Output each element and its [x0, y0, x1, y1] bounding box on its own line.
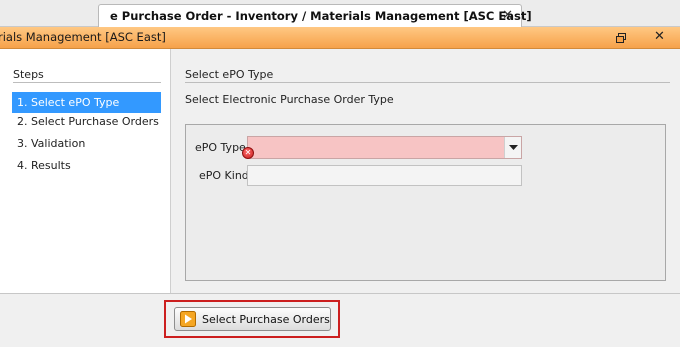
error-icon: ✕ [242, 147, 254, 159]
chevron-down-icon[interactable] [504, 137, 521, 158]
footer-divider [0, 293, 680, 294]
tab-title: e Purchase Order - Inventory / Materials… [110, 9, 532, 23]
steps-panel: Steps 1. Select ePO Type 2. Select Purch… [0, 49, 171, 293]
play-arrow-icon [180, 311, 196, 327]
step-select-epo-type[interactable]: 1. Select ePO Type [12, 92, 161, 113]
epo-type-label: ePO Type [195, 141, 246, 154]
content-title: Select ePO Type [185, 68, 274, 81]
tab-strip: e Purchase Order - Inventory / Materials… [0, 0, 680, 27]
wizard-body: Steps 1. Select ePO Type 2. Select Purch… [0, 49, 680, 347]
button-label: Select Purchase Orders [202, 312, 330, 326]
tab-epurchase-order[interactable]: e Purchase Order - Inventory / Materials… [98, 4, 532, 27]
tab-close-icon[interactable]: ✕ [502, 8, 513, 23]
epo-type-select[interactable] [247, 136, 522, 159]
step-results[interactable]: 4. Results [12, 155, 161, 176]
content-divider [185, 82, 670, 83]
content-panel: Select ePO Type Select Electronic Purcha… [172, 49, 680, 293]
window-title: rials Management [ASC East] [0, 30, 166, 44]
steps-heading: Steps [13, 68, 44, 81]
window-title-bar: rials Management [ASC East] ✕ [0, 27, 680, 49]
step-select-purchase-orders[interactable]: 2. Select Purchase Orders [12, 111, 161, 132]
step-validation[interactable]: 3. Validation [12, 133, 161, 154]
restore-window-icon[interactable] [614, 31, 628, 45]
steps-divider [13, 82, 161, 83]
content-description: Select Electronic Purchase Order Type [185, 93, 394, 106]
epo-kind-label: ePO Kind [199, 169, 249, 182]
epo-form-box: ePO Type ✕ ePO Kind [185, 124, 666, 281]
window-close-icon[interactable]: ✕ [654, 29, 665, 44]
epo-kind-field[interactable] [247, 165, 522, 186]
select-purchase-orders-button[interactable]: Select Purchase Orders [174, 307, 331, 331]
